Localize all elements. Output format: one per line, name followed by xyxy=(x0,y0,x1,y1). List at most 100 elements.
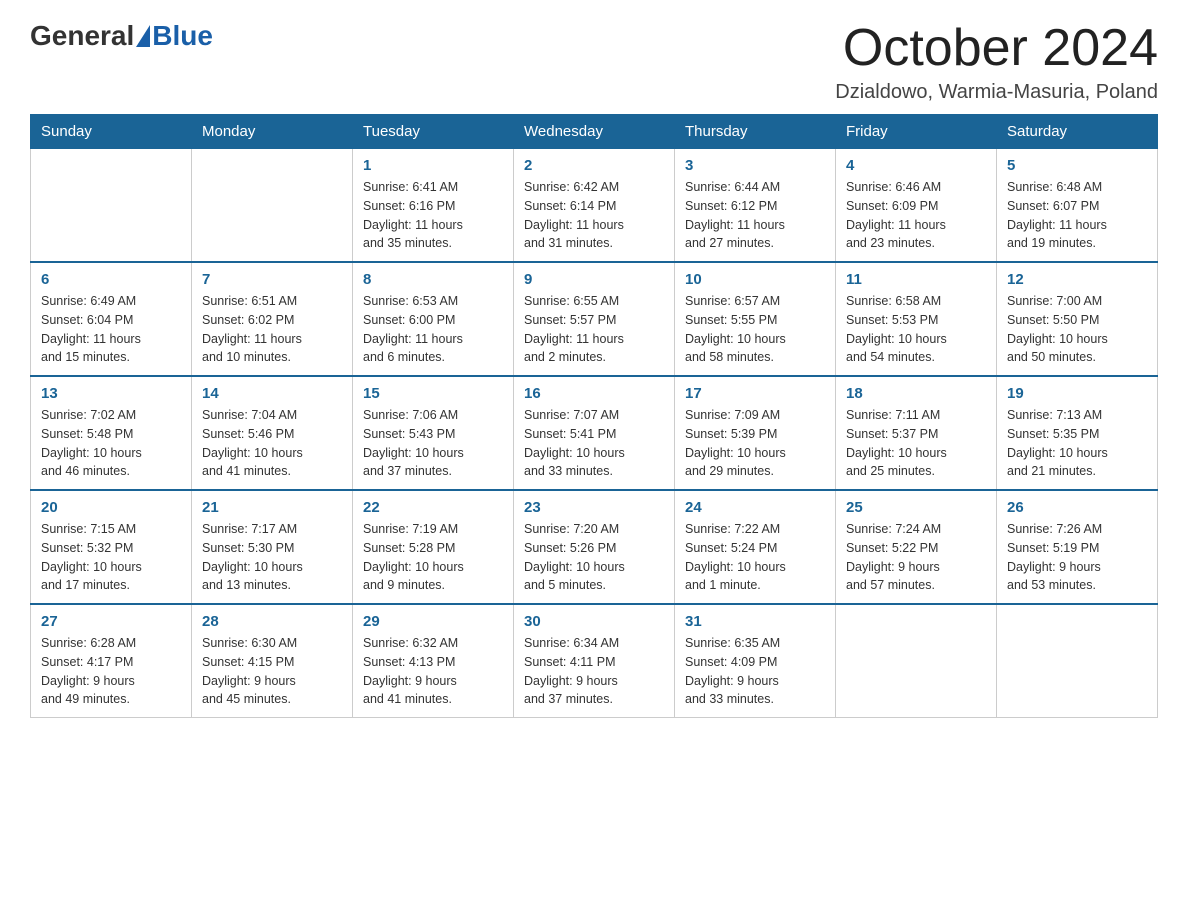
calendar-cell xyxy=(31,149,192,263)
calendar-row: 13 Sunrise: 7:02 AMSunset: 5:48 PMDayligh… xyxy=(31,376,1158,490)
logo-blue-text: Blue xyxy=(152,20,213,52)
day-info: Sunrise: 6:49 AMSunset: 6:04 PMDaylight:… xyxy=(41,292,181,367)
day-info: Sunrise: 6:42 AMSunset: 6:14 PMDaylight:… xyxy=(524,178,664,253)
calendar-cell: 5 Sunrise: 6:48 AMSunset: 6:07 PMDaylight… xyxy=(997,149,1158,263)
calendar-cell: 7 Sunrise: 6:51 AMSunset: 6:02 PMDaylight… xyxy=(192,262,353,376)
day-info: Sunrise: 7:04 AMSunset: 5:46 PMDaylight:… xyxy=(202,406,342,481)
calendar-row: 20 Sunrise: 7:15 AMSunset: 5:32 PMDayligh… xyxy=(31,490,1158,604)
calendar-cell: 2 Sunrise: 6:42 AMSunset: 6:14 PMDaylight… xyxy=(514,149,675,263)
header-tuesday: Tuesday xyxy=(353,115,514,149)
day-info: Sunrise: 6:34 AMSunset: 4:11 PMDaylight:… xyxy=(524,634,664,709)
calendar-cell: 14 Sunrise: 7:04 AMSunset: 5:46 PMDayligh… xyxy=(192,376,353,490)
day-info: Sunrise: 6:51 AMSunset: 6:02 PMDaylight:… xyxy=(202,292,342,367)
day-number: 21 xyxy=(202,499,342,516)
day-number: 14 xyxy=(202,385,342,402)
day-info: Sunrise: 7:15 AMSunset: 5:32 PMDaylight:… xyxy=(41,520,181,595)
calendar-cell: 24Sunrise: 7:22 AMSunset: 5:24 PMDayligh… xyxy=(675,490,836,604)
calendar-cell: 6 Sunrise: 6:49 AMSunset: 6:04 PMDaylight… xyxy=(31,262,192,376)
day-info: Sunrise: 7:26 AMSunset: 5:19 PMDaylight:… xyxy=(1007,520,1147,595)
calendar-cell: 17 Sunrise: 7:09 AMSunset: 5:39 PMDayligh… xyxy=(675,376,836,490)
calendar-cell: 18Sunrise: 7:11 AMSunset: 5:37 PMDayligh… xyxy=(836,376,997,490)
day-number: 28 xyxy=(202,613,342,630)
page-header: General Blue October 2024 Dzialdowo, War… xyxy=(30,20,1158,104)
day-number: 12 xyxy=(1007,271,1147,288)
calendar-cell: 10 Sunrise: 6:57 AMSunset: 5:55 PMDayligh… xyxy=(675,262,836,376)
calendar-cell: 31Sunrise: 6:35 AMSunset: 4:09 PMDayligh… xyxy=(675,604,836,718)
day-number: 2 xyxy=(524,157,664,174)
day-number: 11 xyxy=(846,271,986,288)
day-number: 9 xyxy=(524,271,664,288)
day-number: 1 xyxy=(363,157,503,174)
day-info: Sunrise: 7:00 AMSunset: 5:50 PMDaylight:… xyxy=(1007,292,1147,367)
day-info: Sunrise: 7:09 AMSunset: 5:39 PMDaylight:… xyxy=(685,406,825,481)
day-info: Sunrise: 7:24 AMSunset: 5:22 PMDaylight:… xyxy=(846,520,986,595)
day-number: 8 xyxy=(363,271,503,288)
calendar-cell: 19 Sunrise: 7:13 AMSunset: 5:35 PMDayligh… xyxy=(997,376,1158,490)
calendar-cell: 20 Sunrise: 7:15 AMSunset: 5:32 PMDayligh… xyxy=(31,490,192,604)
calendar-row: 6 Sunrise: 6:49 AMSunset: 6:04 PMDaylight… xyxy=(31,262,1158,376)
calendar-cell: 16 Sunrise: 7:07 AMSunset: 5:41 PMDayligh… xyxy=(514,376,675,490)
day-info: Sunrise: 7:13 AMSunset: 5:35 PMDaylight:… xyxy=(1007,406,1147,481)
calendar-cell: 28Sunrise: 6:30 AMSunset: 4:15 PMDayligh… xyxy=(192,604,353,718)
day-info: Sunrise: 6:32 AMSunset: 4:13 PMDaylight:… xyxy=(363,634,503,709)
day-number: 15 xyxy=(363,385,503,402)
month-title: October 2024 xyxy=(835,20,1158,77)
calendar-cell: 8 Sunrise: 6:53 AMSunset: 6:00 PMDaylight… xyxy=(353,262,514,376)
day-info: Sunrise: 7:19 AMSunset: 5:28 PMDaylight:… xyxy=(363,520,503,595)
calendar-cell xyxy=(836,604,997,718)
calendar-cell: 1Sunrise: 6:41 AMSunset: 6:16 PMDaylight… xyxy=(353,149,514,263)
day-info: Sunrise: 7:20 AMSunset: 5:26 PMDaylight:… xyxy=(524,520,664,595)
day-number: 3 xyxy=(685,157,825,174)
calendar-cell: 29Sunrise: 6:32 AMSunset: 4:13 PMDayligh… xyxy=(353,604,514,718)
day-info: Sunrise: 7:06 AMSunset: 5:43 PMDaylight:… xyxy=(363,406,503,481)
day-info: Sunrise: 6:58 AMSunset: 5:53 PMDaylight:… xyxy=(846,292,986,367)
calendar-cell: 30 Sunrise: 6:34 AMSunset: 4:11 PMDayligh… xyxy=(514,604,675,718)
day-info: Sunrise: 6:35 AMSunset: 4:09 PMDaylight:… xyxy=(685,634,825,709)
title-section: October 2024 Dzialdowo, Warmia-Masuria, … xyxy=(835,20,1158,104)
day-number: 23 xyxy=(524,499,664,516)
header-monday: Monday xyxy=(192,115,353,149)
day-number: 5 xyxy=(1007,157,1147,174)
day-number: 16 xyxy=(524,385,664,402)
day-info: Sunrise: 6:44 AMSunset: 6:12 PMDaylight:… xyxy=(685,178,825,253)
day-number: 6 xyxy=(41,271,181,288)
day-number: 4 xyxy=(846,157,986,174)
day-info: Sunrise: 7:02 AMSunset: 5:48 PMDaylight:… xyxy=(41,406,181,481)
day-number: 17 xyxy=(685,385,825,402)
day-number: 20 xyxy=(41,499,181,516)
header-friday: Friday xyxy=(836,115,997,149)
calendar-cell xyxy=(997,604,1158,718)
logo: General Blue xyxy=(30,20,213,52)
calendar-cell: 27Sunrise: 6:28 AMSunset: 4:17 PMDayligh… xyxy=(31,604,192,718)
day-info: Sunrise: 7:07 AMSunset: 5:41 PMDaylight:… xyxy=(524,406,664,481)
calendar-cell: 13 Sunrise: 7:02 AMSunset: 5:48 PMDayligh… xyxy=(31,376,192,490)
calendar-cell: 22Sunrise: 7:19 AMSunset: 5:28 PMDayligh… xyxy=(353,490,514,604)
day-number: 7 xyxy=(202,271,342,288)
calendar-cell xyxy=(192,149,353,263)
calendar-cell: 15 Sunrise: 7:06 AMSunset: 5:43 PMDayligh… xyxy=(353,376,514,490)
calendar-cell: 25 Sunrise: 7:24 AMSunset: 5:22 PMDayligh… xyxy=(836,490,997,604)
day-number: 26 xyxy=(1007,499,1147,516)
day-number: 25 xyxy=(846,499,986,516)
calendar-row: 1Sunrise: 6:41 AMSunset: 6:16 PMDaylight… xyxy=(31,149,1158,263)
day-number: 19 xyxy=(1007,385,1147,402)
calendar-cell: 9 Sunrise: 6:55 AMSunset: 5:57 PMDaylight… xyxy=(514,262,675,376)
weekday-header-row: Sunday Monday Tuesday Wednesday Thursday… xyxy=(31,115,1158,149)
calendar-cell: 12 Sunrise: 7:00 AMSunset: 5:50 PMDayligh… xyxy=(997,262,1158,376)
day-info: Sunrise: 6:46 AMSunset: 6:09 PMDaylight:… xyxy=(846,178,986,253)
day-number: 13 xyxy=(41,385,181,402)
day-info: Sunrise: 6:28 AMSunset: 4:17 PMDaylight:… xyxy=(41,634,181,709)
day-info: Sunrise: 6:48 AMSunset: 6:07 PMDaylight:… xyxy=(1007,178,1147,253)
header-thursday: Thursday xyxy=(675,115,836,149)
header-wednesday: Wednesday xyxy=(514,115,675,149)
day-number: 10 xyxy=(685,271,825,288)
logo-triangle-icon xyxy=(136,25,150,47)
day-info: Sunrise: 6:53 AMSunset: 6:00 PMDaylight:… xyxy=(363,292,503,367)
calendar-cell: 3 Sunrise: 6:44 AMSunset: 6:12 PMDaylight… xyxy=(675,149,836,263)
calendar-cell: 4 Sunrise: 6:46 AMSunset: 6:09 PMDaylight… xyxy=(836,149,997,263)
day-info: Sunrise: 6:55 AMSunset: 5:57 PMDaylight:… xyxy=(524,292,664,367)
day-number: 30 xyxy=(524,613,664,630)
location-text: Dzialdowo, Warmia-Masuria, Poland xyxy=(835,81,1158,104)
day-info: Sunrise: 7:22 AMSunset: 5:24 PMDaylight:… xyxy=(685,520,825,595)
day-info: Sunrise: 6:57 AMSunset: 5:55 PMDaylight:… xyxy=(685,292,825,367)
